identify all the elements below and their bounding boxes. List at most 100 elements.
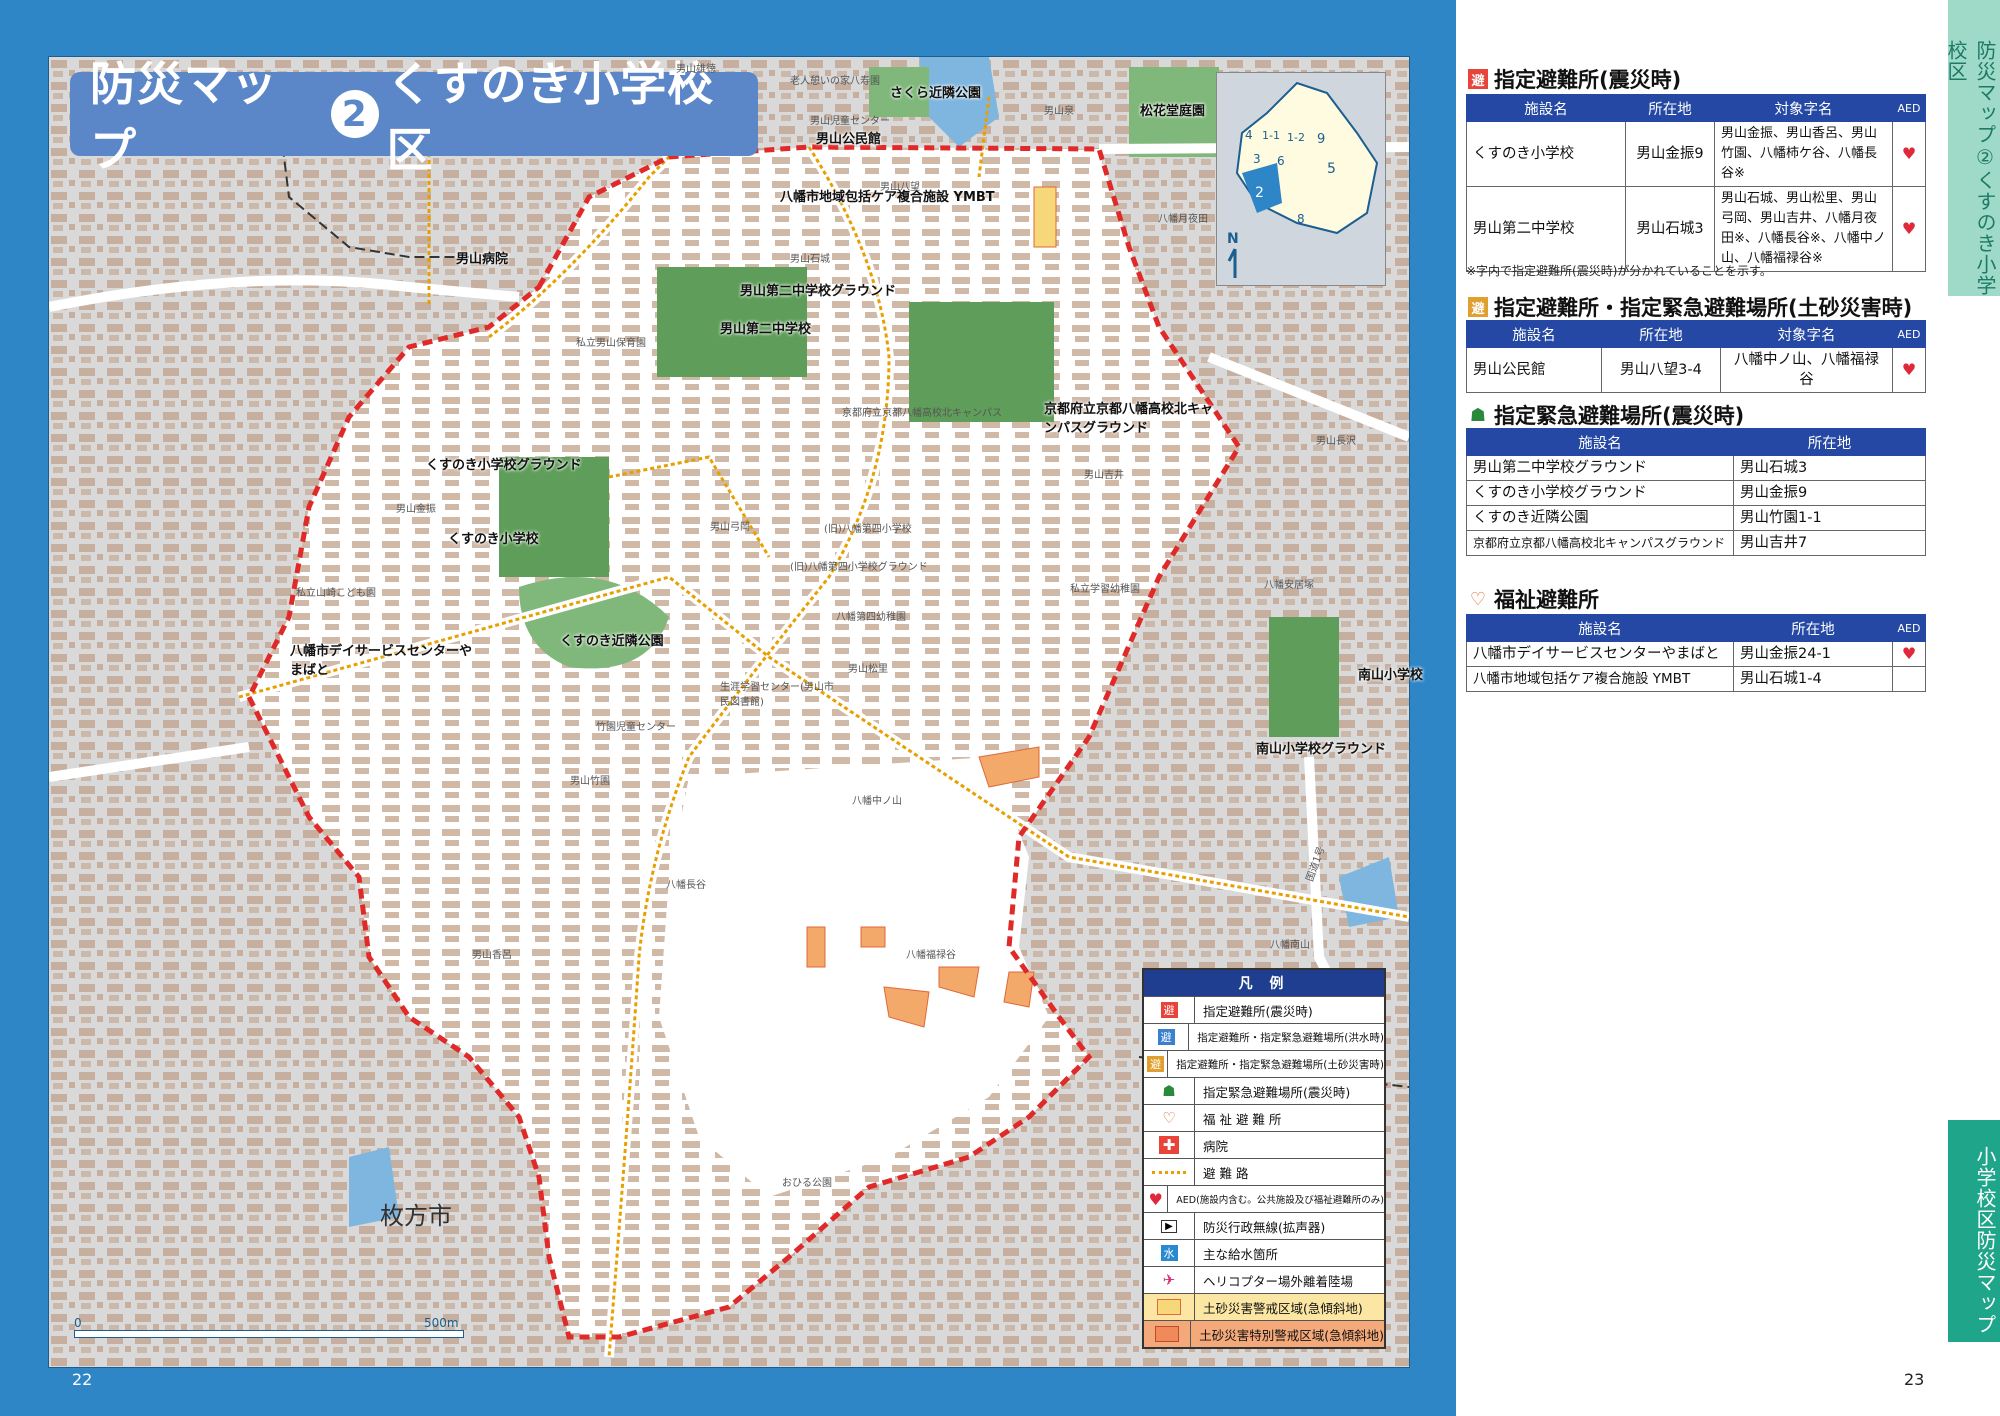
section-title-emergency-site: ☗ 指定緊急避難場所(震災時) — [1469, 404, 1745, 428]
section-title-welfare-shelter: ♡ 福祉避難所 — [1469, 588, 1599, 612]
facility-hachiman-hs-ground[interactable]: 京都府立京都八幡高校北キャンパスグラウンド — [1044, 398, 1214, 436]
table-row: 男山第二中学校グラウンド 男山石城3 — [1466, 455, 1926, 481]
side-tab-top[interactable]: 防災マップ②くすのき小学校区 — [1944, 0, 2000, 296]
shelter-flood-icon: 避 — [1144, 1024, 1190, 1050]
table-welfare-shelter: 施設名 所在地 AED 八幡市デイサービスセンターやまばと 男山金振24-1 ♥… — [1466, 614, 1926, 692]
aed-heart-icon: ♥ — [1892, 347, 1926, 393]
facility-kusunoki-es[interactable]: くすのき小学校 — [448, 528, 539, 547]
label-takezono-center: 竹園児童センター — [596, 722, 676, 733]
label-hachiman-hs: 京都府立京都八幡高校北キャンパス — [842, 408, 1002, 419]
note-shelter-split: ※字内で指定避難所(震災時)が分かれていることを示す。 — [1466, 264, 1772, 278]
inset-label-9: 9 — [1317, 132, 1325, 147]
legend-row: ♡ 福 祉 避 難 所 — [1144, 1104, 1384, 1131]
table-row: くすのき近隣公園 男山竹園1-1 — [1466, 505, 1926, 531]
evacuation-route-icon — [1144, 1159, 1195, 1185]
emergency-site-icon: ☗ — [1469, 404, 1487, 426]
legend-title: 凡 例 — [1144, 970, 1384, 996]
section-title-shelter-earthquake: 避 指定避難所(震災時) — [1468, 64, 1681, 94]
legend-row: 避指定避難所・指定緊急避難場所(土砂災害時) — [1144, 1050, 1384, 1077]
table-row: くすのき小学校グラウンド 男山金振9 — [1466, 480, 1926, 506]
scale-bar — [74, 1330, 464, 1338]
welfare-shelter-icon: ♡ — [1469, 588, 1487, 610]
label-takezono: 男山竹園 — [570, 776, 610, 787]
welfare-shelter-icon: ♡ — [1144, 1105, 1195, 1131]
shelter-landslide-icon: 避 — [1468, 297, 1488, 317]
label-old-4-es: (旧)八幡第四小学校 — [824, 524, 912, 535]
aed-heart-icon: ♥ — [1892, 641, 1926, 667]
svg-text:3: 3 — [1253, 152, 1261, 166]
legend-row: 避指定避難所(震災時) — [1144, 996, 1384, 1023]
facility-sakura-park[interactable]: さくら近隣公園 — [890, 82, 981, 101]
facility-otokoyama-hospital[interactable]: 男山病院 — [456, 248, 508, 267]
legend-row: ☗ 指定緊急避難場所(震災時) — [1144, 1077, 1384, 1104]
label-kanefuri: 男山金振 — [396, 504, 436, 515]
water-supply-icon: 水 — [1144, 1240, 1195, 1266]
shelter-earthquake-icon: 避 — [1144, 997, 1195, 1023]
label-4-kindergarten: 八幡第四幼稚園 — [836, 612, 906, 623]
legend-row: 避 難 路 — [1144, 1158, 1384, 1185]
map-title-number: 2 — [330, 90, 379, 138]
table-row: 八幡市地域包括ケア複合施設 YMBT 男山石城1-4 — [1466, 666, 1926, 692]
label-tsukiyoda: 八幡月夜田 — [1158, 214, 1208, 225]
facility-shokado[interactable]: 松花堂庭園 — [1140, 100, 1205, 119]
svg-text:4: 4 — [1245, 128, 1253, 142]
scale-start: 0 — [74, 1316, 82, 1330]
svg-text:8: 8 — [1297, 212, 1305, 226]
table-row: 八幡市デイサービスセンターやまばと 男山金振24-1 ♥ — [1466, 641, 1926, 667]
label-ishijiro: 男山石城 — [790, 254, 830, 265]
left-page: 防災マップ 2 くすのき小学校区 9 4 1-1 1-2 3 6 5 2 8 N… — [0, 0, 1456, 1416]
landslide-special-warning-swatch — [1144, 1321, 1192, 1347]
legend-row: ♥ AED(施設内含む。公共施設及び福祉避難所のみ) — [1144, 1185, 1384, 1212]
landslide-warning-swatch — [1144, 1294, 1195, 1320]
facility-minamiyama-es[interactable]: 南山小学校 — [1358, 664, 1423, 683]
svg-text:1-2: 1-2 — [1287, 131, 1305, 144]
legend-row: 避指定避難所・指定緊急避難場所(洪水時) — [1144, 1023, 1384, 1050]
page-number-left: 22 — [72, 1370, 93, 1389]
page-number-right: 23 — [1904, 1370, 1925, 1389]
facility-minamiyama-es-ground[interactable]: 南山小学校グラウンド — [1256, 738, 1386, 757]
label-angozuka: 八幡安居塚 — [1264, 580, 1314, 591]
svg-text:5: 5 — [1327, 161, 1336, 177]
city-label-hirakata: 枚方市 — [380, 1202, 452, 1230]
map-title: 防災マップ 2 くすのき小学校区 — [70, 57, 758, 177]
label-fukurokudani: 八幡福禄谷 — [906, 950, 956, 961]
facility-otokoyama-2-jhs[interactable]: 男山第二中学校 — [720, 318, 811, 337]
label-nagasawa: 男山長沢 — [1316, 436, 1356, 447]
label-koro: 男山香呂 — [472, 950, 512, 961]
table-row: くすのき小学校 男山金振9 男山金振、男山香呂、男山竹園、八幡柿ケ谷、八幡長谷※… — [1466, 121, 1926, 187]
aed-heart-icon: ♥ — [1892, 186, 1926, 272]
aed-heart-icon: ♥ — [1144, 1186, 1169, 1212]
label-jido-center: 男山児童センター — [810, 116, 890, 127]
label-minamiyama: 八幡南山 — [1270, 940, 1310, 951]
loudspeaker-icon: ▶ — [1144, 1213, 1195, 1239]
label-lifelong-center: 生涯学習センター(男山市民図書館) — [720, 682, 834, 708]
label-old-4-es-ground: (旧)八幡第四小学校グラウンド — [790, 562, 928, 573]
label-kodomoen: 私立山崎こども園 — [296, 588, 376, 599]
svg-text:2: 2 — [1255, 185, 1264, 201]
facility-otokoyama-2-jhs-ground[interactable]: 男山第二中学校グラウンド — [740, 280, 896, 299]
label-hachijuen: 老人憩いの家八寿園 — [790, 76, 880, 87]
map-legend: 凡 例 避指定避難所(震災時) 避指定避難所・指定緊急避難場所(洪水時) 避指定… — [1142, 968, 1386, 1349]
legend-row: 土砂災害警戒区域(急傾斜地) — [1144, 1293, 1384, 1320]
facility-yamabato[interactable]: 八幡市デイサービスセンターやまばと — [290, 640, 480, 678]
label-otokoyama-yutoku: 男山雄徳 — [676, 64, 716, 75]
section-title-shelter-landslide: 避 指定避難所・指定緊急避難場所(土砂災害時) — [1468, 292, 1912, 322]
legend-row: ▶ 防災行政無線(拡声器) — [1144, 1212, 1384, 1239]
svg-text:1-1: 1-1 — [1262, 129, 1280, 142]
facility-kusunoki-park[interactable]: くすのき近隣公園 — [560, 630, 664, 649]
helicopter-icon: ✈ — [1144, 1267, 1195, 1293]
table-emergency-site: 施設名 所在地 男山第二中学校グラウンド 男山石城3 くすのき小学校グラウンド 男山… — [1466, 428, 1926, 556]
side-tab-bottom[interactable]: 小学校区防災マップ — [1948, 1120, 2000, 1342]
label-otokoyama-izumi: 男山泉 — [1044, 106, 1074, 117]
label-otokoyama-yamo: 男山八望 — [880, 182, 920, 193]
facility-otokoyama-kominkan[interactable]: 男山公民館 — [816, 128, 881, 147]
hospital-icon: ✚ — [1144, 1132, 1195, 1158]
emergency-site-icon: ☗ — [1144, 1078, 1195, 1104]
label-yoshii: 男山吉井 — [1084, 470, 1124, 481]
legend-row: ✚ 病院 — [1144, 1131, 1384, 1158]
table-shelter-earthquake: 施設名 所在地 対象字名 AED くすのき小学校 男山金振9 男山金振、男山香呂… — [1466, 94, 1926, 272]
map-title-prefix: 防災マップ — [90, 57, 278, 177]
aed-heart-icon: ♥ — [1892, 121, 1926, 187]
svg-text:N: N — [1227, 231, 1239, 247]
facility-kusunoki-es-ground[interactable]: くすのき小学校グラウンド — [426, 454, 582, 473]
